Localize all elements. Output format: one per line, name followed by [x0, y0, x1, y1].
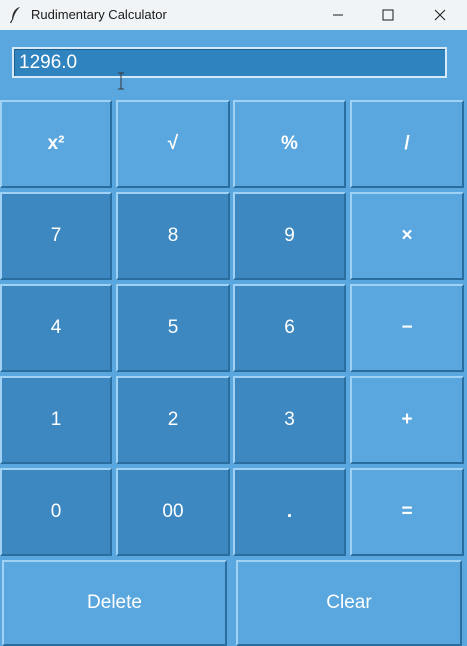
- display-field[interactable]: [12, 47, 447, 78]
- double-zero-button[interactable]: 00: [116, 468, 230, 556]
- decimal-button[interactable]: .: [233, 468, 346, 556]
- add-button[interactable]: +: [350, 376, 464, 464]
- minimize-button[interactable]: [315, 0, 361, 30]
- text-cursor-icon: [117, 72, 125, 90]
- percent-button[interactable]: %: [233, 100, 346, 188]
- digit-5-button[interactable]: 5: [116, 284, 230, 372]
- digit-1-button[interactable]: 1: [0, 376, 112, 464]
- equals-button[interactable]: =: [350, 468, 464, 556]
- close-button[interactable]: [417, 0, 463, 30]
- sqrt-button[interactable]: √: [116, 100, 230, 188]
- digit-4-button[interactable]: 4: [0, 284, 112, 372]
- maximize-icon: [382, 9, 394, 21]
- digit-2-button[interactable]: 2: [116, 376, 230, 464]
- digit-3-button[interactable]: 3: [233, 376, 346, 464]
- minimize-icon: [332, 9, 344, 21]
- divide-button[interactable]: /: [350, 100, 464, 188]
- digit-0-button[interactable]: 0: [0, 468, 112, 556]
- subtract-button[interactable]: −: [350, 284, 464, 372]
- digit-6-button[interactable]: 6: [233, 284, 346, 372]
- digit-7-button[interactable]: 7: [0, 192, 112, 280]
- square-button[interactable]: x²: [0, 100, 112, 188]
- delete-button[interactable]: Delete: [2, 560, 227, 646]
- multiply-button[interactable]: ×: [350, 192, 464, 280]
- feather-icon: [9, 6, 23, 24]
- clear-button[interactable]: Clear: [236, 560, 462, 646]
- digit-8-button[interactable]: 8: [116, 192, 230, 280]
- digit-9-button[interactable]: 9: [233, 192, 346, 280]
- calculator-body: x² √ % / 7 8 9 × 4 5 6 − 1 2 3 + 0 00 . …: [0, 30, 467, 646]
- title-bar: Rudimentary Calculator: [0, 0, 467, 30]
- close-icon: [434, 9, 446, 21]
- window-title: Rudimentary Calculator: [31, 7, 167, 22]
- maximize-button[interactable]: [365, 0, 411, 30]
